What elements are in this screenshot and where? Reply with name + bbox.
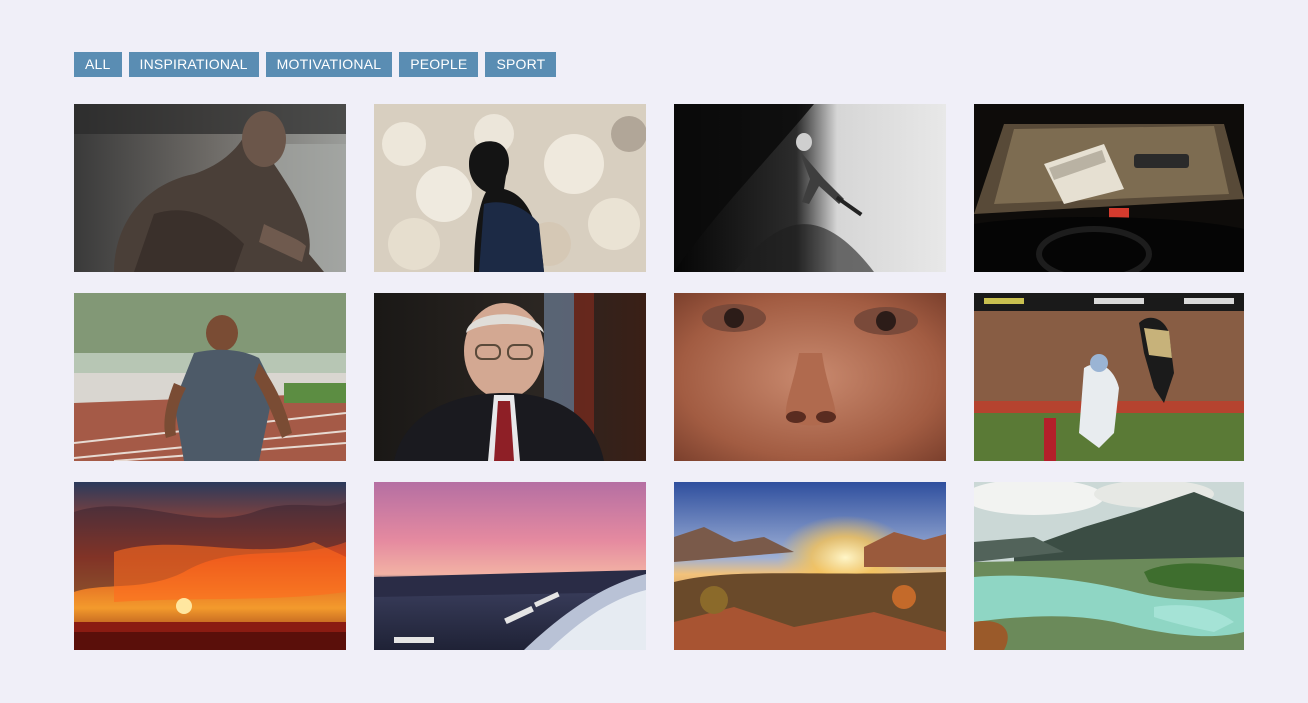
runner-track-image [74, 293, 346, 461]
thumbnail-mountain-river[interactable] [974, 482, 1244, 650]
filter-people-button[interactable]: PEOPLE [399, 52, 479, 77]
skateboarder-bowl-image [674, 104, 946, 272]
thumbnail-elderly-man-suit[interactable] [374, 293, 646, 461]
airport-dusk-image [374, 482, 646, 650]
category-filter-bar: ALL INSPIRATIONAL MOTIVATIONAL PEOPLE SP… [74, 52, 557, 77]
video-thumbnail-grid [74, 104, 1244, 650]
thumbnail-face-closeup[interactable] [674, 293, 946, 461]
tattooed-athlete-image [74, 104, 346, 272]
canyon-sunrise-image [674, 482, 946, 650]
face-closeup-image [674, 293, 946, 461]
car-interior-newspaper-image [974, 104, 1244, 272]
football-game-image [974, 293, 1244, 461]
thumbnail-football-game[interactable] [974, 293, 1244, 461]
elderly-man-suit-image [374, 293, 646, 461]
man-silhouette-bokeh-image [374, 104, 646, 272]
fiery-sunset-clouds-image [74, 482, 346, 650]
thumbnail-man-silhouette-bokeh[interactable] [374, 104, 646, 272]
thumbnail-skateboarder-bowl[interactable] [674, 104, 946, 272]
filter-sport-button[interactable]: SPORT [485, 52, 557, 77]
thumbnail-airport-dusk[interactable] [374, 482, 646, 650]
thumbnail-tattooed-athlete[interactable] [74, 104, 346, 272]
filter-all-button[interactable]: ALL [74, 52, 122, 77]
filter-inspirational-button[interactable]: INSPIRATIONAL [128, 52, 259, 77]
thumbnail-runner-track[interactable] [74, 293, 346, 461]
mountain-river-image [974, 482, 1244, 650]
thumbnail-canyon-sunrise[interactable] [674, 482, 946, 650]
filter-motivational-button[interactable]: MOTIVATIONAL [265, 52, 393, 77]
thumbnail-car-interior-newspaper[interactable] [974, 104, 1244, 272]
thumbnail-fiery-sunset-clouds[interactable] [74, 482, 346, 650]
